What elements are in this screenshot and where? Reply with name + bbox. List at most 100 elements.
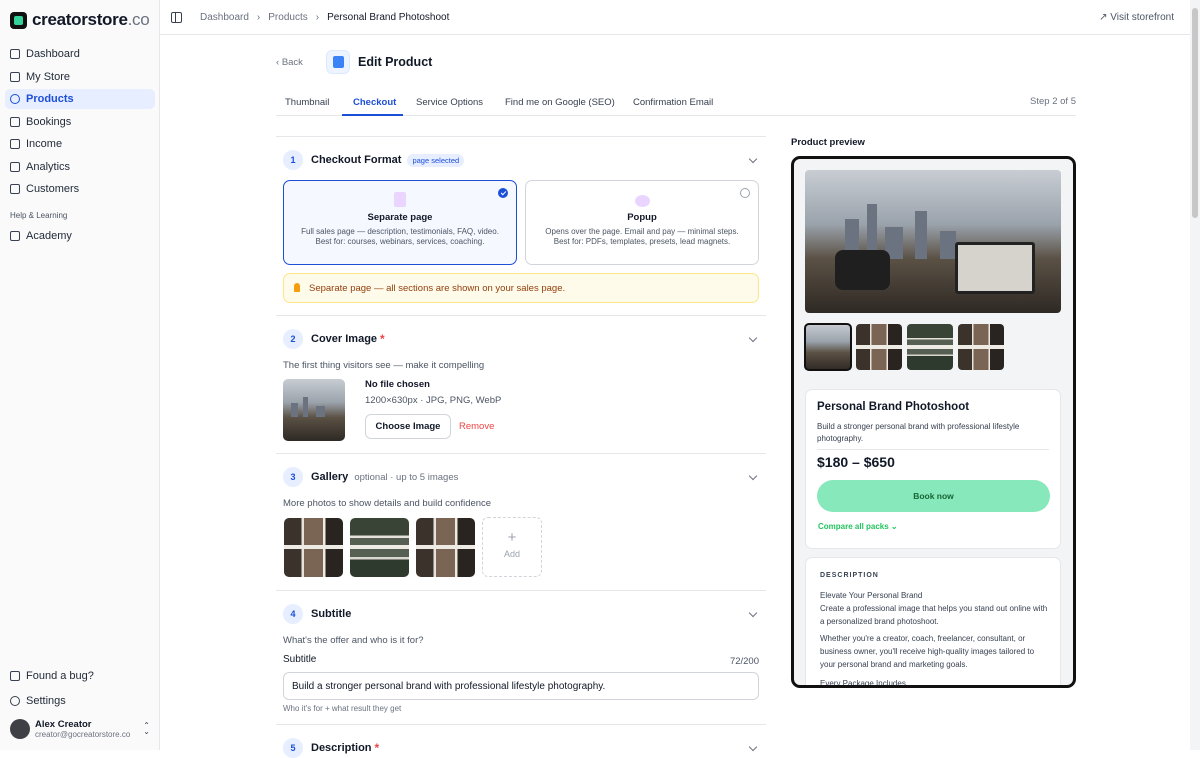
option-radio[interactable] [740, 188, 750, 198]
sidebar-footer: Found a bug? Settings [5, 666, 155, 716]
breadcrumb-products[interactable]: Products [268, 12, 307, 23]
chevron-up-down-icon: ⌃ ⌄ [143, 721, 150, 736]
sidebar-item-label: Found a bug? [26, 670, 94, 682]
product-preview-frame: Personal Brand Photoshoot Build a strong… [791, 156, 1076, 688]
chevron-down-icon[interactable] [748, 333, 758, 343]
section-header[interactable]: 3 Gallery optional · up to 5 images [283, 467, 458, 487]
sidebar-item-settings[interactable]: Settings [5, 691, 155, 711]
sidebar-item-label: Customers [26, 183, 80, 195]
chevron-down-icon[interactable] [748, 471, 758, 481]
products-icon [10, 94, 20, 104]
sidebar-item-analytics[interactable]: Analytics [5, 157, 155, 177]
tab-checkout[interactable]: Checkout [353, 97, 396, 108]
section-optional-note: optional · up to 5 images [354, 471, 459, 483]
chevron-down-icon: ⌄ [888, 522, 898, 531]
section-title: Checkout Format [311, 154, 402, 166]
section-number: 4 [283, 604, 303, 624]
choose-image-button[interactable]: Choose Image [365, 414, 451, 439]
cover-image-thumbnail [283, 379, 345, 441]
sidebar-item-products[interactable]: Products [5, 89, 155, 109]
sidebar-item-label: Analytics [26, 160, 71, 173]
visit-storefront-link[interactable]: ↗ Visit storefront [1099, 12, 1174, 23]
preview-price: $180 – $650 [817, 454, 895, 470]
sidebar-item-customers[interactable]: Customers [5, 179, 155, 199]
scrollbar-thumb[interactable] [1192, 8, 1198, 218]
option-description: Full sales page — description, testimoni… [301, 227, 499, 236]
option-separate-page[interactable]: Separate page Full sales page — descript… [283, 180, 517, 265]
tab-service-options[interactable]: Service Options [416, 97, 483, 108]
page-title: Edit Product [358, 55, 433, 69]
compare-label: Compare all packs [818, 522, 889, 531]
section-hint: The first thing visitors see — make it c… [283, 360, 485, 371]
sidebar-item-label: Dashboard [26, 48, 80, 60]
section-number: 5 [283, 738, 303, 758]
tab-confirmation-email[interactable]: Confirmation Email [633, 97, 713, 108]
sidebar-section-label: Help & Learning [10, 211, 68, 220]
store-icon [10, 71, 20, 82]
user-menu[interactable]: Alex Creator creator@gocreatorstore.co ⌃… [10, 719, 152, 739]
remove-image-link[interactable]: Remove [459, 421, 494, 432]
option-description: Best for: PDFs, templates, presets, lead… [553, 237, 731, 246]
preview-thumbnail[interactable] [907, 324, 953, 370]
document-icon [394, 192, 406, 207]
sidebar-item-income[interactable]: Income [5, 134, 155, 154]
preview-thumbnail[interactable] [856, 324, 902, 370]
option-radio-checked[interactable] [498, 188, 508, 198]
section-description: 5 Description * [276, 724, 766, 758]
sidebar-item-label: Academy [26, 230, 72, 242]
file-requirements: 1200×630px · JPG, PNG, WebP [365, 395, 502, 406]
brand-logo[interactable]: creatorstore.co [10, 10, 150, 30]
step-indicator: Step 2 of 5 [1030, 96, 1076, 107]
option-popup[interactable]: Popup Opens over the page. Email and pay… [525, 180, 759, 265]
book-now-button[interactable]: Book now [817, 480, 1050, 512]
section-header[interactable]: 2 Cover Image * [283, 329, 385, 349]
subtitle-input[interactable]: Build a stronger personal brand with pro… [283, 672, 759, 700]
sidebar-toggle-icon[interactable] [171, 12, 182, 23]
status-badge: page selected [407, 153, 465, 167]
preview-title: Personal Brand Photoshoot [817, 401, 970, 413]
add-gallery-image-button[interactable]: + Add [482, 517, 542, 577]
gallery-image[interactable] [416, 518, 475, 577]
breadcrumb-dashboard[interactable]: Dashboard [200, 12, 249, 23]
preview-product-card: Personal Brand Photoshoot Build a strong… [805, 389, 1061, 549]
chevron-down-icon[interactable] [748, 154, 758, 164]
sidebar-item-label: Income [26, 138, 63, 150]
back-button[interactable]: ‹ Back [276, 57, 303, 68]
sidebar-item-bookings[interactable]: Bookings [5, 112, 155, 132]
description-text: Elevate Your Personal Brand [820, 591, 923, 600]
page-scrollbar[interactable] [1190, 0, 1200, 750]
chart-icon [10, 161, 20, 172]
breadcrumb-current: Personal Brand Photoshoot [327, 12, 450, 23]
section-title: Cover Image [311, 333, 378, 345]
preview-thumbnail[interactable] [958, 324, 1004, 370]
section-header[interactable]: 5 Description * [283, 738, 379, 758]
section-header[interactable]: 4 Subtitle [283, 604, 351, 624]
plus-icon: + [507, 529, 517, 546]
gallery-image[interactable] [284, 518, 343, 577]
laptop-shape [955, 242, 1035, 294]
sidebar-item-found-bug[interactable]: Found a bug? [5, 666, 155, 686]
sidebar-item-my-store[interactable]: My Store [5, 67, 155, 87]
wallet-icon [10, 139, 20, 149]
gallery-image[interactable] [350, 518, 409, 577]
preview-description-card: DESCRIPTION Elevate Your Personal Brand … [805, 557, 1061, 688]
preview-thumbnail[interactable] [804, 323, 852, 371]
calendar-icon [10, 116, 20, 127]
option-title: Separate page [367, 212, 433, 223]
sidebar-item-academy[interactable]: Academy [5, 226, 155, 246]
tab-thumbnail[interactable]: Thumbnail [285, 97, 329, 108]
section-subtitle: 4 Subtitle What's the offer and who is i… [276, 590, 766, 724]
sidebar-item-dashboard[interactable]: Dashboard [5, 44, 155, 64]
user-name: Alex Creator [35, 719, 92, 730]
chevron-down-icon[interactable] [748, 608, 758, 618]
compare-packs-link[interactable]: Compare all packs ⌄ [818, 522, 898, 531]
description-text: Every Package Includes [820, 679, 906, 688]
section-header[interactable]: 1 Checkout Format page selected [283, 150, 465, 170]
section-checkout-format: 1 Checkout Format page selected Separate… [276, 136, 766, 315]
section-gallery: 3 Gallery optional · up to 5 images More… [276, 453, 766, 590]
tab-seo[interactable]: Find me on Google (SEO) [505, 97, 615, 108]
product-icon [326, 50, 350, 74]
preview-label: Product preview [791, 137, 865, 148]
add-label: Add [503, 549, 520, 559]
section-hint: What's the offer and who is it for? [283, 635, 424, 646]
